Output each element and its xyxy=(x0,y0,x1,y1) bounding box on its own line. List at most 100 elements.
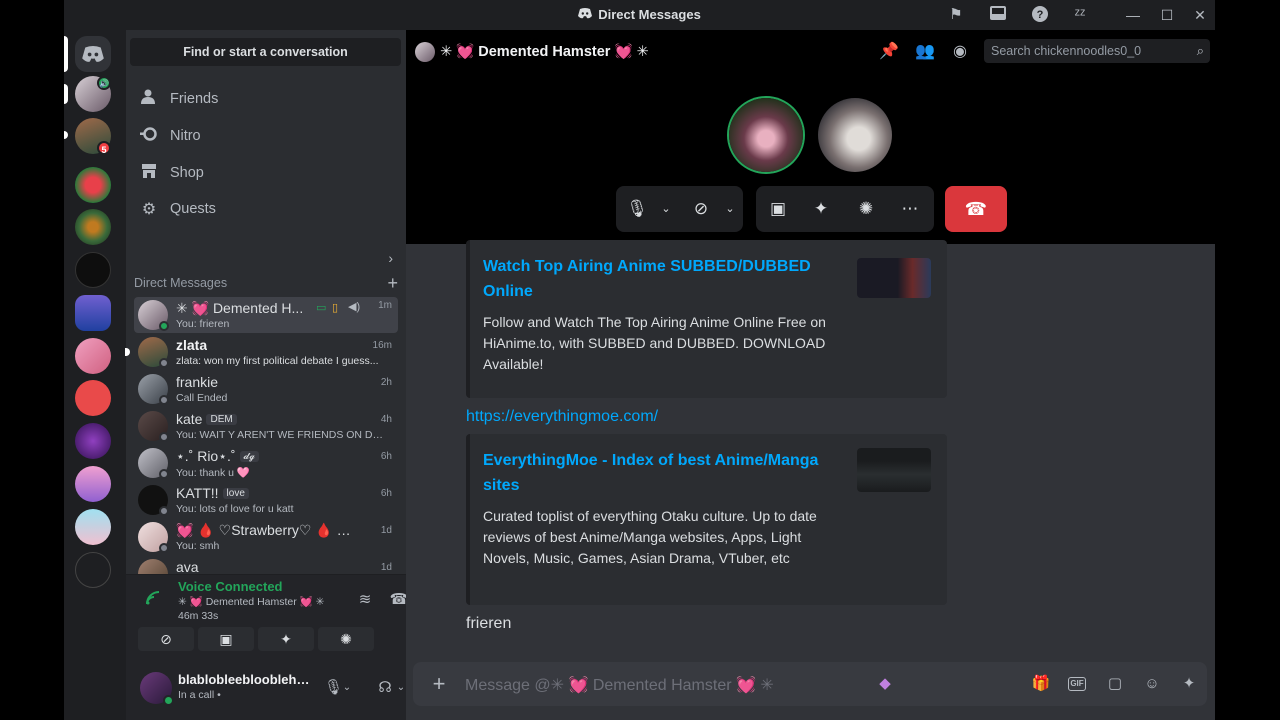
user-panel: blablobleeblooblehu... In a call • 🎙 ⌄ ☊… xyxy=(126,660,406,720)
pin-icon[interactable]: 📌 xyxy=(879,42,899,62)
direct-messages-home-button[interactable] xyxy=(75,36,111,72)
online-status-icon xyxy=(159,321,169,331)
apps-icon[interactable]: ✦ xyxy=(1178,674,1200,694)
more-options-icon[interactable]: ⋯ xyxy=(899,198,921,220)
server-icon[interactable] xyxy=(75,509,111,545)
find-conversation-button[interactable]: Find or start a conversation xyxy=(130,38,401,66)
embed-description: Curated toplist of everything Otaku cult… xyxy=(483,508,817,566)
link-embed: Watch Top Airing Anime SUBBED/DUBBED Onl… xyxy=(466,240,947,398)
signal-strength-icon[interactable] xyxy=(146,591,162,610)
user-profile-icon[interactable]: ◉ xyxy=(950,42,970,62)
channel-avatar xyxy=(415,42,435,62)
server-icon[interactable] xyxy=(75,209,111,245)
nitro-icon xyxy=(138,126,160,146)
server-icon[interactable] xyxy=(75,423,111,459)
dm-row[interactable]: kate DEM 4h You: WAIT Y AREN'T WE FRIENDS… xyxy=(134,408,398,444)
offline-status-icon xyxy=(159,432,169,442)
dm-time: 1d xyxy=(380,525,392,536)
attach-plus-icon[interactable]: + xyxy=(427,672,451,696)
title-bar: Direct Messages ⚑ ? ᶻᶻ — ☐ ✕ xyxy=(64,0,1215,30)
voice-status-title[interactable]: Voice Connected xyxy=(178,579,283,594)
nav-shop[interactable]: Shop xyxy=(134,155,398,191)
voice-badge-icon: 🔊 xyxy=(97,76,111,90)
offline-status-icon xyxy=(159,358,169,368)
username[interactable]: blablobleeblooblehu... xyxy=(178,672,314,687)
window-title-text: Direct Messages xyxy=(598,7,701,22)
create-dm-icon[interactable]: + xyxy=(387,274,398,292)
help-icon[interactable]: ? xyxy=(1030,5,1050,25)
chevron-down-icon[interactable]: ⌄ xyxy=(724,200,736,218)
message-input[interactable]: Message @✳ 💓 Demented Hamster 💓 ✳ xyxy=(465,675,774,695)
dm-name-text: ⋆.˚ Rio⋆.˚ xyxy=(176,448,236,464)
minimize-icon[interactable]: — xyxy=(1123,5,1143,25)
nav-friends-label: Friends xyxy=(170,91,219,107)
soundboard-icon[interactable]: ✺ xyxy=(855,198,877,220)
server-icon[interactable] xyxy=(75,380,111,416)
search-input[interactable]: Search chickennoodles0_0 ⌕ xyxy=(984,39,1210,63)
server-folder-icon[interactable] xyxy=(75,552,111,588)
message-text: frieren xyxy=(466,615,512,632)
server-icon[interactable] xyxy=(75,466,111,502)
message-link[interactable]: https://everythingmoe.com/ xyxy=(466,408,658,426)
server-icon[interactable] xyxy=(75,252,111,288)
dm-row[interactable]: ⋆.˚ Rio⋆.˚ 𝓭𝓰 6h You: thank u 🩷 xyxy=(134,445,398,481)
channel-title: ✳ 💓 Demented Hamster 💓 ✳ xyxy=(440,44,649,60)
camera-toggle-button[interactable]: ⊘ xyxy=(138,627,194,651)
call-participant-avatar[interactable] xyxy=(818,98,892,172)
unread-indicator xyxy=(64,84,68,104)
gift-icon[interactable]: 🎁 xyxy=(1030,674,1052,694)
dm-row[interactable]: ✳ 💓 Demented H... 1m ▭ ▯ ◀) You: frieren xyxy=(134,297,398,333)
hang-up-button[interactable]: ☎ xyxy=(945,186,1007,232)
maximize-icon[interactable]: ☐ xyxy=(1157,5,1177,25)
activities-icon[interactable]: ✦ xyxy=(810,198,832,220)
dm-row[interactable]: 💓 🩸 ♡Strawberry♡ 🩸 💓... 1d You: smh xyxy=(134,519,398,555)
nav-friends[interactable]: Friends xyxy=(134,81,398,117)
nav-quests[interactable]: ⚙ Quests xyxy=(134,191,398,227)
sticker-icon[interactable]: ▢ xyxy=(1104,674,1126,694)
dm-row[interactable]: ava 1d xyxy=(134,556,398,574)
share-screen-button[interactable]: ▣ xyxy=(198,627,254,651)
emoji-icon[interactable]: ☺ xyxy=(1141,674,1163,694)
chevron-down-icon[interactable]: ⌄ xyxy=(660,200,672,218)
dm-time: 6h xyxy=(380,488,392,499)
voice-channel-name[interactable]: ✳ 💓 Demented Hamster 💓 ✳ xyxy=(178,595,324,608)
dm-name: ava xyxy=(176,559,199,574)
dm-preview: You: WAIT Y AREN'T WE FRIENDS ON DIS... xyxy=(176,429,384,441)
camera-off-icon[interactable]: ⊘ xyxy=(690,198,712,220)
embed-title-link[interactable]: Watch Top Airing Anime SUBBED/DUBBED Onl… xyxy=(483,254,838,304)
activities-button[interactable]: ✦ xyxy=(258,627,314,651)
dm-row[interactable]: zlata 16m zlata: won my first political … xyxy=(125,334,398,370)
add-friends-to-dm-icon[interactable]: 👥 xyxy=(915,42,935,62)
mic-options-chevron-icon[interactable]: ⌄ xyxy=(342,678,352,698)
main-content: ✳ 💓 Demented Hamster 💓 ✳ 📌 👥 ◉ Search ch… xyxy=(406,30,1215,720)
selected-indicator xyxy=(64,36,68,72)
audio-video-controls: 🎙 ⌄ ⊘ ⌄ xyxy=(616,186,743,232)
message-composer: + Message @✳ 💓 Demented Hamster 💓 ✳ ◆ 🎁 … xyxy=(413,662,1207,706)
dm-row[interactable]: KATT!! love 6h You: lots of love for u ka… xyxy=(134,482,398,518)
soundboard-button[interactable]: ✺ xyxy=(318,627,374,651)
dm-time: 1d xyxy=(380,562,392,573)
flag-icon[interactable]: ⚑ xyxy=(946,5,966,25)
call-participant-avatar[interactable] xyxy=(729,98,803,172)
noise-suppression-icon[interactable]: ≋ xyxy=(354,589,376,611)
dm-row[interactable]: frankie 2h Call Ended xyxy=(134,371,398,407)
server-icon[interactable] xyxy=(75,295,111,331)
nav-nitro[interactable]: Nitro xyxy=(134,118,398,154)
inbox-icon[interactable] xyxy=(988,5,1008,25)
embed-thumbnail[interactable] xyxy=(857,448,931,492)
sleep-icon[interactable]: ᶻᶻ xyxy=(1070,5,1090,25)
microphone-icon[interactable]: 🎙 xyxy=(324,678,343,698)
headphones-icon[interactable]: ☊ xyxy=(376,678,394,698)
close-icon[interactable]: ✕ xyxy=(1190,5,1210,25)
server-icon[interactable] xyxy=(75,167,111,203)
dm-time: 4h xyxy=(380,414,392,425)
server-icon[interactable] xyxy=(75,338,111,374)
dm-section-header: Direct Messages + xyxy=(134,274,398,292)
microphone-icon[interactable]: 🎙 xyxy=(626,198,648,220)
audio-options-chevron-icon[interactable]: ⌄ xyxy=(396,678,406,698)
embed-title-link[interactable]: EverythingMoe - Index of best Anime/Mang… xyxy=(483,448,838,498)
share-screen-icon[interactable]: ▣ xyxy=(767,198,789,220)
collapsed-section-header[interactable]: › xyxy=(134,250,398,266)
gif-picker-icon[interactable]: GIF xyxy=(1068,677,1086,691)
embed-thumbnail[interactable] xyxy=(857,258,931,298)
